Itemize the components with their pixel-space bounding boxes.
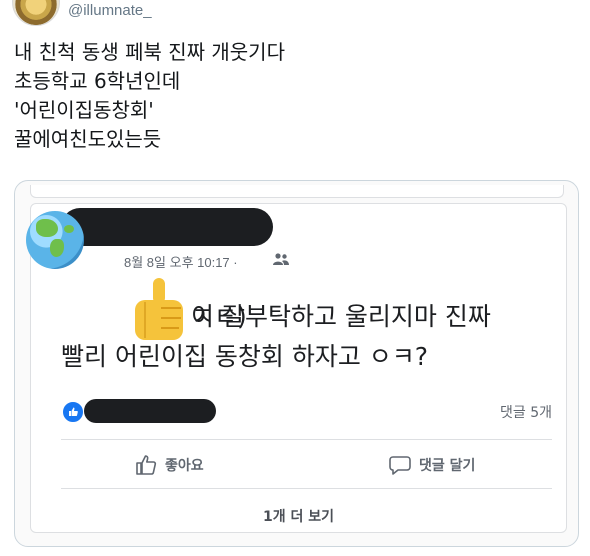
divider: [61, 439, 552, 440]
people-icon: [273, 253, 289, 268]
tweet-line-3: '어린이집동창회': [14, 98, 154, 122]
post-timestamp[interactable]: 8월 8일 오후 10:17 ·: [124, 252, 238, 271]
redacted-likers: [84, 399, 216, 423]
like-button[interactable]: 좋아요: [135, 451, 204, 479]
globe-avatar-icon: [26, 211, 84, 269]
divider: [61, 488, 552, 489]
like-reaction-icon[interactable]: [61, 400, 85, 424]
tweet-line-2: 초등학교 6학년인데: [14, 69, 181, 93]
post-text-line-2: 빨리 어린이집 동창회 하자고 ㅇㅋ?: [61, 342, 429, 371]
facebook-post-card: 8월 8일 오후 10:17 · ㅈㅌ) 이 잘부탁하고 울리지마 진짜 빨리 …: [26, 203, 567, 533]
tweet-line-1: 내 친척 동생 페북 진짜 개웃기다: [14, 40, 285, 64]
redacted-author-name: [61, 208, 273, 246]
comment-bubble-icon: [389, 456, 411, 475]
comment-label: 댓글 달기: [419, 458, 476, 474]
view-more-replies-link[interactable]: 1개 더 보기: [31, 506, 566, 526]
previous-post-edge: [30, 185, 564, 198]
attached-image[interactable]: 8월 8일 오후 10:17 · ㅈㅌ) 이 잘부탁하고 울리지마 진짜 빨리 …: [14, 180, 579, 547]
tweet-line-4: 꿀에여친도있는듯: [14, 127, 162, 151]
profile-avatar[interactable]: [12, 0, 60, 26]
tweet-text: 내 친척 동생 페북 진짜 개웃기다 초등학교 6학년인데 '어린이집동창회' …: [14, 38, 574, 154]
comment-button[interactable]: 댓글 달기: [389, 451, 475, 479]
user-handle[interactable]: @illumnate_: [68, 2, 152, 19]
thumbs-up-icon: [136, 455, 157, 475]
post-text-line-1: 이 잘부탁하고 울리지마 진짜: [191, 302, 491, 331]
comment-count[interactable]: 댓글 5개: [500, 402, 552, 422]
like-label: 좋아요: [165, 458, 204, 474]
thumbs-up-emoji-icon: [135, 278, 183, 340]
